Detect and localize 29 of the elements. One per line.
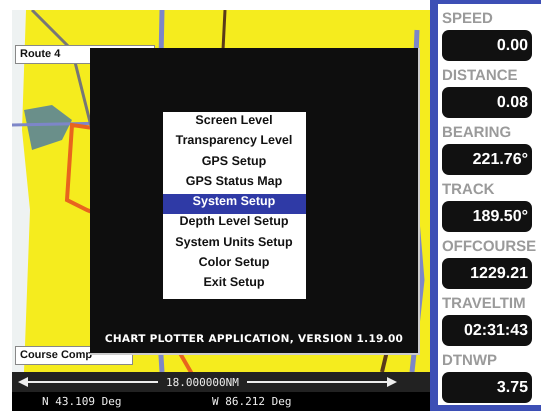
latitude-text: N 43.109 Deg xyxy=(42,395,122,408)
menu-item[interactable]: Screen Level xyxy=(162,113,306,134)
gauge-label: TRACK xyxy=(442,180,496,200)
gauge-label: OFFCOURSE xyxy=(442,237,538,257)
gauge-value: 02:31:43 xyxy=(442,315,532,346)
gauge-value: 3.75 xyxy=(442,372,532,403)
gauge-value: 221.76° xyxy=(442,144,532,175)
gauge-label: TRAVELTIM xyxy=(442,294,527,314)
gauge-value: 189.50° xyxy=(442,201,532,232)
menu-item[interactable]: Exit Setup xyxy=(162,275,306,296)
gauge-label: DTNWP xyxy=(442,351,498,371)
gauge-label: DISTANCE xyxy=(442,66,519,86)
menu-item[interactable]: Color Setup xyxy=(162,255,306,276)
left-arrow-icon xyxy=(18,377,158,387)
gauge-value: 0.00 xyxy=(442,30,532,61)
menu-item[interactable]: Transparency Level xyxy=(162,133,306,154)
gauge-label: SPEED xyxy=(442,9,494,29)
scale-text: 18.000000NM xyxy=(166,376,239,388)
menu-item[interactable]: System Units Setup xyxy=(162,234,306,256)
longitude-text: W 86.212 Deg xyxy=(212,395,292,408)
gauge-value: 0.08 xyxy=(442,87,532,118)
gauge-value: 1229.21 xyxy=(442,258,532,289)
menu-item[interactable]: GPS Status Map xyxy=(162,174,306,194)
menu-item[interactable]: GPS Setup xyxy=(162,154,306,174)
gauge-label: BEARING xyxy=(442,123,512,143)
version-text: CHART PLOTTER APPLICATION, VERSION 1.19.00 xyxy=(104,333,404,345)
menu-item[interactable]: System Setup xyxy=(162,194,306,214)
right-arrow-icon xyxy=(246,377,397,387)
menu-item[interactable]: Depth Level Setup xyxy=(162,214,306,235)
